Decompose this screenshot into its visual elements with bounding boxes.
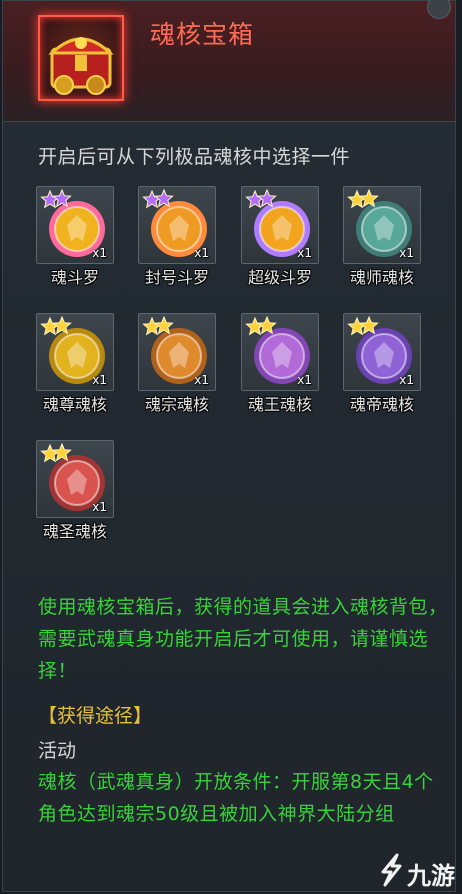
item-quantity: x1 xyxy=(194,373,209,387)
soul-core-item[interactable]: x1 魂王魂核 xyxy=(241,313,323,423)
item-label: 魂师魂核 xyxy=(349,268,414,287)
item-slot[interactable]: x1 xyxy=(36,186,114,264)
item-quantity: x1 xyxy=(92,373,107,387)
soul-core-item[interactable]: x1 魂斗罗 xyxy=(36,186,118,296)
chest-icon-frame xyxy=(38,15,124,101)
rarity-star-icon xyxy=(40,189,60,209)
rarity-star-icon xyxy=(40,316,60,336)
item-label: 魂尊魂核 xyxy=(42,395,107,414)
item-label: 魂王魂核 xyxy=(247,395,312,414)
soul-core-item[interactable]: x1 魂帝魂核 xyxy=(343,313,425,423)
item-slot[interactable]: x1 xyxy=(36,313,114,391)
item-slot[interactable]: x1 xyxy=(138,186,216,264)
item-slot[interactable]: x1 xyxy=(138,313,216,391)
item-quantity: x1 xyxy=(399,246,414,260)
item-label: 魂帝魂核 xyxy=(349,395,414,414)
soul-core-item[interactable]: x1 魂宗魂核 xyxy=(138,313,220,423)
item-quantity: x1 xyxy=(92,500,107,514)
rarity-star-icon xyxy=(245,189,265,209)
rarity-star-icon xyxy=(347,316,367,336)
jiuyou-logo-icon xyxy=(381,853,402,887)
soul-core-item[interactable]: x1 魂师魂核 xyxy=(343,186,425,296)
item-slot[interactable]: x1 xyxy=(241,313,319,391)
watermark-text: 九游 xyxy=(407,862,455,890)
soul-core-item[interactable]: x1 超级斗罗 xyxy=(241,186,323,296)
item-title: 魂核宝箱 xyxy=(150,20,255,49)
item-label: 魂宗魂核 xyxy=(144,395,209,414)
item-detail-panel: 魂核宝箱 开启后可从下列极品魂核中选择一件 x1 魂斗罗 x1 封号斗罗 x1 超级斗罗 x… xyxy=(2,0,456,892)
item-quantity: x1 xyxy=(297,246,312,260)
item-slot[interactable]: x1 xyxy=(343,186,421,264)
item-label: 魂圣魂核 xyxy=(42,522,107,541)
rarity-star-icon xyxy=(142,316,162,336)
item-slot[interactable]: x1 xyxy=(241,186,319,264)
treasure-chest-icon xyxy=(48,37,114,95)
item-slot[interactable]: x1 xyxy=(36,440,114,518)
subtitle: 开启后可从下列极品魂核中选择一件 xyxy=(38,146,351,168)
rarity-star-icon xyxy=(245,316,265,336)
header: 魂核宝箱 xyxy=(3,1,455,122)
item-quantity: x1 xyxy=(92,246,107,260)
acquire-activity: 活动 xyxy=(38,740,77,762)
rarity-star-icon xyxy=(347,189,367,209)
description-text: 使用魂核宝箱后，获得的道具会进入魂核背包，需要武魂真身功能开启后才可使用，请谨慎… xyxy=(38,596,448,682)
item-quantity: x1 xyxy=(399,373,414,387)
item-quantity: x1 xyxy=(297,373,312,387)
rarity-star-icon xyxy=(142,189,162,209)
soul-core-item[interactable]: x1 魂圣魂核 xyxy=(36,440,118,550)
rarity-star-icon xyxy=(40,443,60,463)
item-quantity: x1 xyxy=(194,246,209,260)
acquire-condition: 魂核（武魂真身）开放条件：开服第8天且4个角色达到魂宗50级且被加入神界大陆分组 xyxy=(38,771,434,825)
watermark: 九游 xyxy=(375,850,460,890)
soul-core-item[interactable]: x1 封号斗罗 xyxy=(138,186,220,296)
item-label: 魂斗罗 xyxy=(50,268,99,287)
item-slot[interactable]: x1 xyxy=(343,313,421,391)
acquire-section-title: 【获得途径】 xyxy=(38,705,153,727)
soul-core-item[interactable]: x1 魂尊魂核 xyxy=(36,313,118,423)
item-label: 封号斗罗 xyxy=(144,268,209,287)
item-label: 超级斗罗 xyxy=(247,268,312,287)
